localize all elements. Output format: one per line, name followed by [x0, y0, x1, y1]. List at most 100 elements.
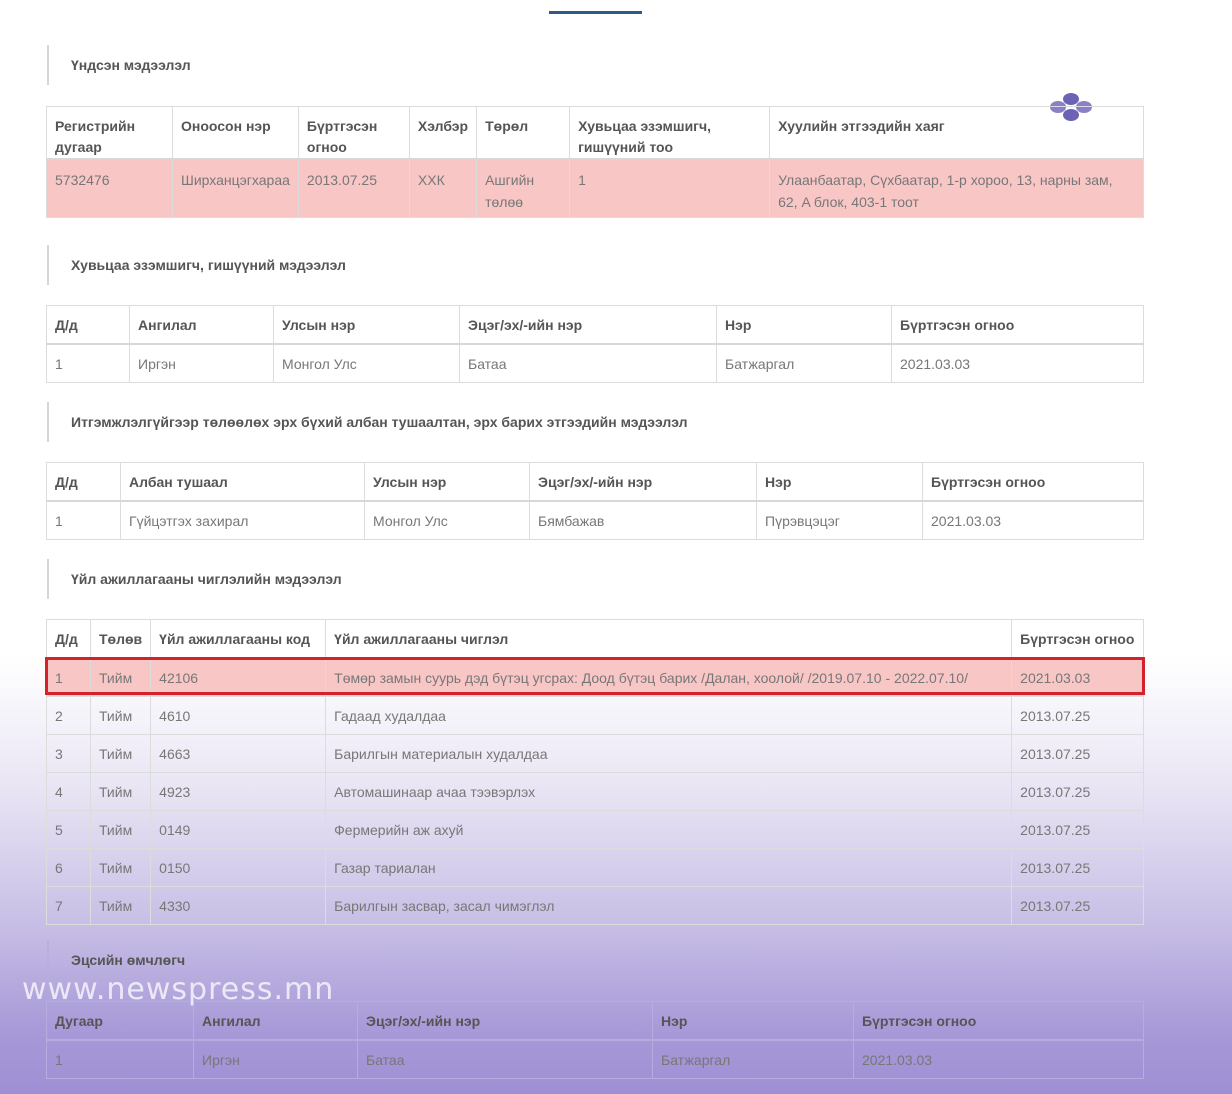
cell-address: Улаанбаатар, Сүхбаатар, 1-р хороо, 13, н… [769, 158, 1144, 218]
header-country: Улсын нэр [364, 462, 530, 502]
watermark: www.newspress.mn [22, 972, 335, 1007]
cell-name: Ширханцэгхараа [172, 158, 299, 218]
cell-date: 2013.07.25 [1011, 886, 1144, 925]
table-header-row: Д/д Ангилал Улсын нэр Эцэг/эх/-ийн нэр Н… [46, 305, 1144, 345]
table-row: 4 Тийм 4923 Автомашинаар ачаа тээвэрлэх … [46, 772, 1144, 811]
cell-category: Иргэн [129, 343, 274, 383]
cell-status: Тийм [89, 810, 152, 849]
cell-parent-name: Батаа [357, 1039, 653, 1079]
section-title-basic: Үндсэн мэдээлэл [47, 45, 191, 85]
table-row: 5732476 Ширханцэгхараа 2013.07.25 ХХК Аш… [46, 158, 1144, 218]
cell-index: 3 [46, 734, 91, 773]
cell-direction: Барилгын материалын худалдаа [325, 734, 1013, 773]
cell-country: Монгол Улс [273, 343, 460, 383]
header-type: Төрөл [476, 106, 571, 160]
table-row: 7 Тийм 4330 Барилгын засвар, засал чимэг… [46, 886, 1144, 925]
header-parent-name: Эцэг/эх/-ийн нэр [529, 462, 757, 502]
header-number: Дугаар [46, 1001, 194, 1041]
cell-index: 5 [46, 810, 91, 849]
cell-date: 2013.07.25 [297, 158, 410, 218]
cell-number: 1 [46, 1039, 194, 1079]
cell-direction: Төмөр замын суурь дэд бүтэц угсрах: Доод… [325, 657, 1013, 697]
header-registered-date: Бүртгэсэн огноо [891, 305, 1144, 345]
header-given-name: Нэр [652, 1001, 854, 1041]
cell-type: Ашгийн төлөө [476, 158, 571, 218]
table-row: 1 Иргэн Монгол Улс Батаа Батжаргал 2021.… [46, 343, 1144, 383]
header-position: Албан тушаал [120, 462, 365, 502]
cell-category: Иргэн [193, 1039, 358, 1079]
table-header-row: Д/д Төлөв Үйл ажиллагааны код Үйл ажилла… [46, 619, 1144, 659]
cell-position: Гүйцэтгэх захирал [120, 500, 365, 540]
table-row: 5 Тийм 0149 Фермерийн аж ахуй 2013.07.25 [46, 810, 1144, 849]
cell-date: 2021.03.03 [891, 343, 1144, 383]
cell-index: 4 [46, 772, 91, 811]
cell-register: 5732476 [46, 158, 173, 218]
basic-info-table: Регистрийн дугаар Оноосон нэр Бүртгэсэн … [46, 106, 1144, 218]
table-row: 3 Тийм 4663 Барилгын материалын худалдаа… [46, 734, 1144, 773]
cell-date: 2013.07.25 [1011, 696, 1144, 735]
cell-status: Тийм [89, 696, 152, 735]
cell-code: 4663 [150, 734, 327, 773]
table-row: 2 Тийм 4610 Гадаад худалдаа 2013.07.25 [46, 696, 1144, 735]
cell-direction: Газар тариалан [325, 848, 1013, 887]
cell-given-name: Пүрэвцэцэг [756, 500, 923, 540]
cell-code: 4610 [150, 696, 327, 735]
cell-date: 2013.07.25 [1011, 772, 1144, 811]
cell-date: 2021.03.03 [853, 1039, 1144, 1079]
cell-direction: Автомашинаар ачаа тээвэрлэх [325, 772, 1013, 811]
header-parent-name: Эцэг/эх/-ийн нэр [357, 1001, 653, 1041]
table-row: 1 Иргэн Батаа Батжаргал 2021.03.03 [46, 1039, 1144, 1079]
cell-code: 0149 [150, 810, 327, 849]
table-header-row: Регистрийн дугаар Оноосон нэр Бүртгэсэн … [46, 106, 1144, 160]
cell-index: 7 [46, 886, 91, 925]
officials-table: Д/д Албан тушаал Улсын нэр Эцэг/эх/-ийн … [46, 462, 1144, 540]
table-row: 6 Тийм 0150 Газар тариалан 2013.07.25 [46, 848, 1144, 887]
header-registered-date: Бүртгэсэн огноо [1011, 619, 1144, 659]
cell-given-name: Батжаргал [716, 343, 892, 383]
cell-country: Монгол Улс [364, 500, 530, 540]
cell-date: 2013.07.25 [1011, 734, 1144, 773]
header-register: Регистрийн дугаар [46, 106, 173, 160]
table-header-row: Д/д Албан тушаал Улсын нэр Эцэг/эх/-ийн … [46, 462, 1144, 502]
cell-direction: Гадаад худалдаа [325, 696, 1013, 735]
table-row: 1 Гүйцэтгэх захирал Монгол Улс Бямбажав … [46, 500, 1144, 540]
cell-code: 4330 [150, 886, 327, 925]
cell-index: 2 [46, 696, 91, 735]
section-title-activities: Үйл ажиллагааны чиглэлийн мэдээлэл [47, 559, 342, 599]
cell-date: 2021.03.03 [922, 500, 1144, 540]
cell-status: Тийм [89, 657, 152, 697]
header-registered-date: Бүртгэсэн огноо [297, 106, 410, 160]
cell-status: Тийм [89, 848, 152, 887]
header-parent-name: Эцэг/эх/-ийн нэр [459, 305, 717, 345]
cell-direction: Барилгын засвар, засал чимэглэл [325, 886, 1013, 925]
cell-index: 1 [46, 500, 121, 540]
cell-parent-name: Бямбажав [529, 500, 757, 540]
header-category: Ангилал [129, 305, 274, 345]
tab-indicator [549, 11, 642, 14]
header-activity-code: Үйл ажиллагааны код [150, 619, 327, 659]
cell-form: ХХК [408, 158, 478, 218]
cell-status: Тийм [89, 772, 152, 811]
cell-code: 4923 [150, 772, 327, 811]
cell-date: 2013.07.25 [1011, 810, 1144, 849]
header-country: Улсын нэр [273, 305, 460, 345]
cell-index: 1 [46, 657, 91, 697]
header-registered-date: Бүртгэсэн огноо [853, 1001, 1144, 1041]
header-form: Хэлбэр [408, 106, 478, 160]
cell-status: Тийм [89, 734, 152, 773]
header-name: Оноосон нэр [172, 106, 299, 160]
owner-table: Дугаар Ангилал Эцэг/эх/-ийн нэр Нэр Бүрт… [46, 1001, 1144, 1079]
table-header-row: Дугаар Ангилал Эцэг/эх/-ийн нэр Нэр Бүрт… [46, 1001, 1144, 1041]
cell-index: 1 [46, 343, 130, 383]
header-registered-date: Бүртгэсэн огноо [922, 462, 1144, 502]
header-activity-direction: Үйл ажиллагааны чиглэл [325, 619, 1013, 659]
header-index: Д/д [46, 462, 121, 502]
header-status: Төлөв [89, 619, 152, 659]
cell-code: 0150 [150, 848, 327, 887]
header-category: Ангилал [193, 1001, 358, 1041]
header-given-name: Нэр [756, 462, 923, 502]
cell-index: 6 [46, 848, 91, 887]
section-title-shareholders: Хувьцаа эзэмшигч, гишүүний мэдээлэл [47, 245, 346, 285]
header-member-count: Хувьцаа эзэмшигч, гишүүний тоо [569, 106, 771, 160]
cell-given-name: Батжаргал [652, 1039, 854, 1079]
